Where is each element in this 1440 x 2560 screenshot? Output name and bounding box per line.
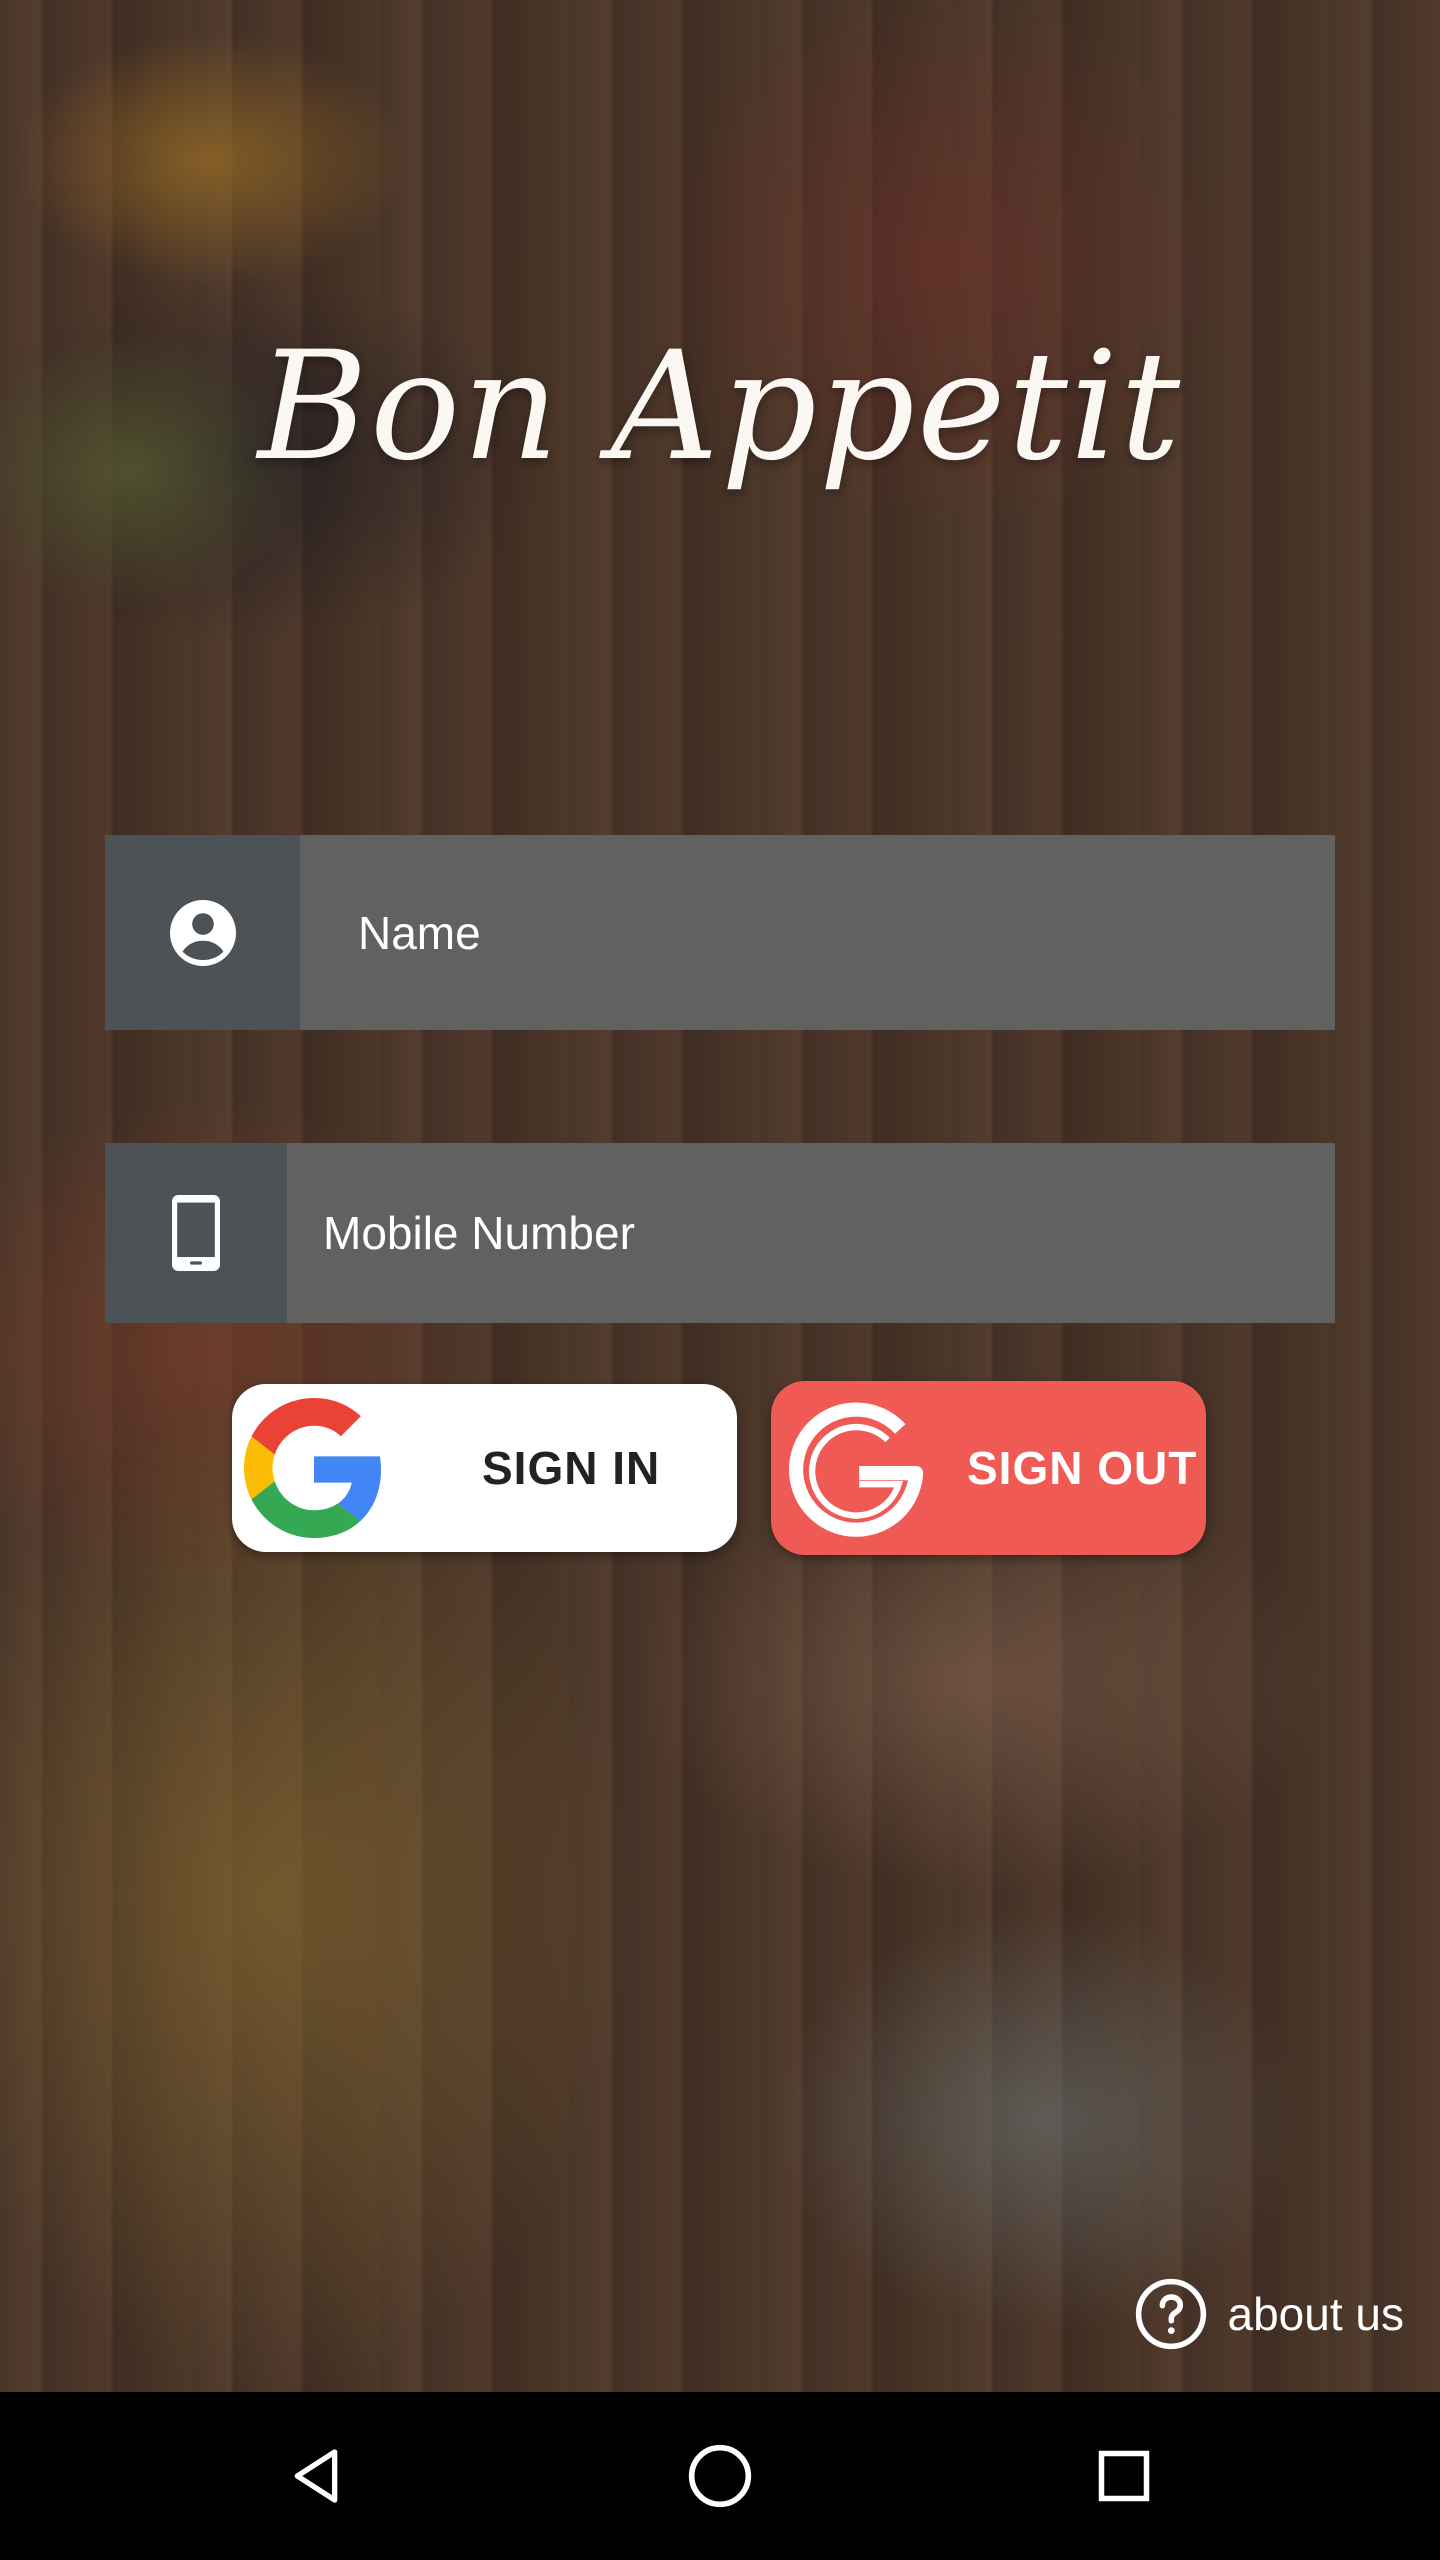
nav-back-button[interactable] [266,2426,366,2526]
mobile-input-placeholder: Mobile Number [323,1207,635,1259]
nav-recents-button[interactable] [1074,2426,1174,2526]
name-field-icon-box [105,835,300,1030]
sign-out-label: SIGN OUT [967,1442,1198,1494]
nav-home-button[interactable] [670,2426,770,2526]
google-outline-icon [788,1402,924,1537]
mobile-number-field[interactable]: Mobile Number [105,1143,1335,1323]
google-logo-icon [244,1398,382,1538]
google-sign-in-button[interactable]: SIGN IN [232,1384,737,1552]
help-circle-icon [1135,2278,1206,2350]
name-input-placeholder: Name [358,906,481,959]
system-navigation-bar [0,2392,1440,2560]
about-us-label: about us [1227,2288,1404,2340]
about-us-link[interactable]: about us [1134,2274,1404,2354]
account-circle-icon [169,899,236,966]
sign-in-label: SIGN IN [482,1442,661,1494]
mobile-field-icon-box [105,1143,287,1323]
name-field[interactable]: Name [105,835,1335,1030]
recents-square-icon [1098,2450,1150,2502]
app-logo-title: Bon Appetit [257,320,1183,494]
home-circle-icon [688,2444,752,2508]
google-sign-out-button[interactable]: SIGN OUT [771,1381,1206,1555]
back-triangle-icon [294,2449,338,2503]
smartphone-icon [172,1195,220,1271]
